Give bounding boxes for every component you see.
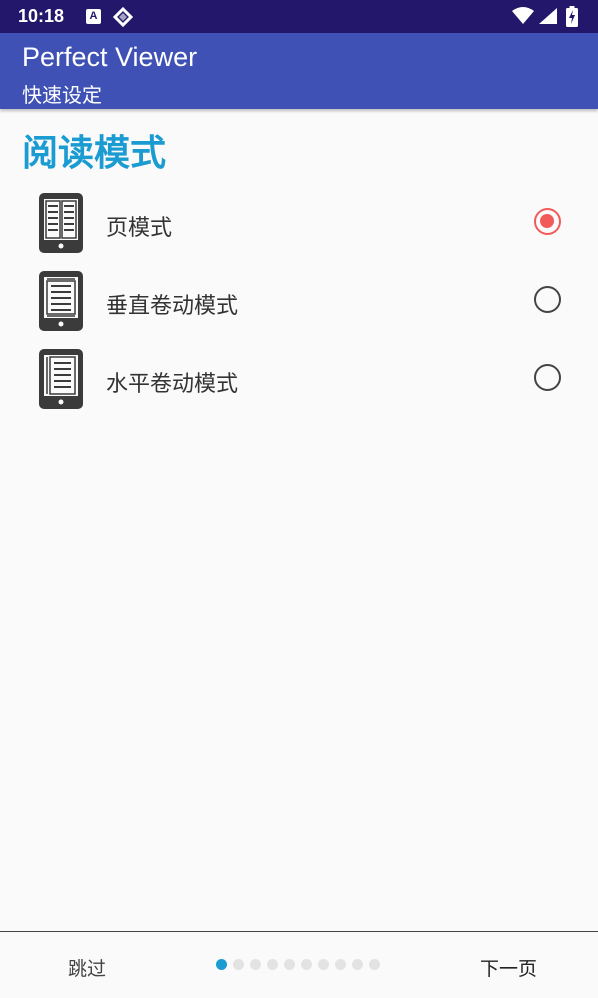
page-dot xyxy=(250,959,261,970)
status-time: 10:18 xyxy=(18,6,65,26)
mode-option-vertical-scroll[interactable]: 垂直卷动模式 xyxy=(0,270,598,342)
mode-label-horizontal-scroll: 水平卷动模式 xyxy=(106,372,239,397)
tablet-vertical-scroll-icon xyxy=(38,270,84,336)
notification-a-icon: A xyxy=(86,9,101,24)
status-bar: 10:18 A xyxy=(0,0,598,33)
section-title: 阅读模式 xyxy=(22,133,167,174)
page-dot xyxy=(352,959,363,970)
notification-tag-icon xyxy=(112,6,134,31)
wifi-icon xyxy=(512,7,534,29)
radio-vertical-scroll-mode[interactable] xyxy=(534,286,561,313)
mode-label-vertical-scroll: 垂直卷动模式 xyxy=(106,294,239,319)
battery-charging-icon xyxy=(566,6,578,31)
app-subtitle: 快速设定 xyxy=(22,83,102,107)
page-dot xyxy=(267,959,278,970)
page-dot xyxy=(335,959,346,970)
page-dot xyxy=(301,959,312,970)
app-title: Perfect Viewer xyxy=(22,42,198,72)
next-page-button[interactable]: 下一页 xyxy=(480,954,537,981)
page-dot xyxy=(233,959,244,970)
tablet-page-icon xyxy=(38,192,84,258)
mode-label-page: 页模式 xyxy=(106,216,173,241)
mode-option-page[interactable]: 页模式 xyxy=(0,192,598,264)
skip-button[interactable]: 跳过 xyxy=(68,954,106,981)
footer-bar: 跳过 下一页 xyxy=(0,932,598,998)
mode-option-horizontal-scroll[interactable]: 水平卷动模式 xyxy=(0,348,598,420)
radio-horizontal-scroll-mode[interactable] xyxy=(534,364,561,391)
page-dot xyxy=(318,959,329,970)
radio-page-mode[interactable] xyxy=(534,208,561,235)
tablet-horizontal-scroll-icon xyxy=(38,348,84,414)
page-indicator xyxy=(216,959,380,971)
page-dot xyxy=(284,959,295,970)
page-dot xyxy=(369,959,380,970)
cell-signal-icon xyxy=(538,7,558,29)
app-bar: Perfect Viewer 快速设定 xyxy=(0,33,598,109)
page-dot xyxy=(216,959,227,970)
